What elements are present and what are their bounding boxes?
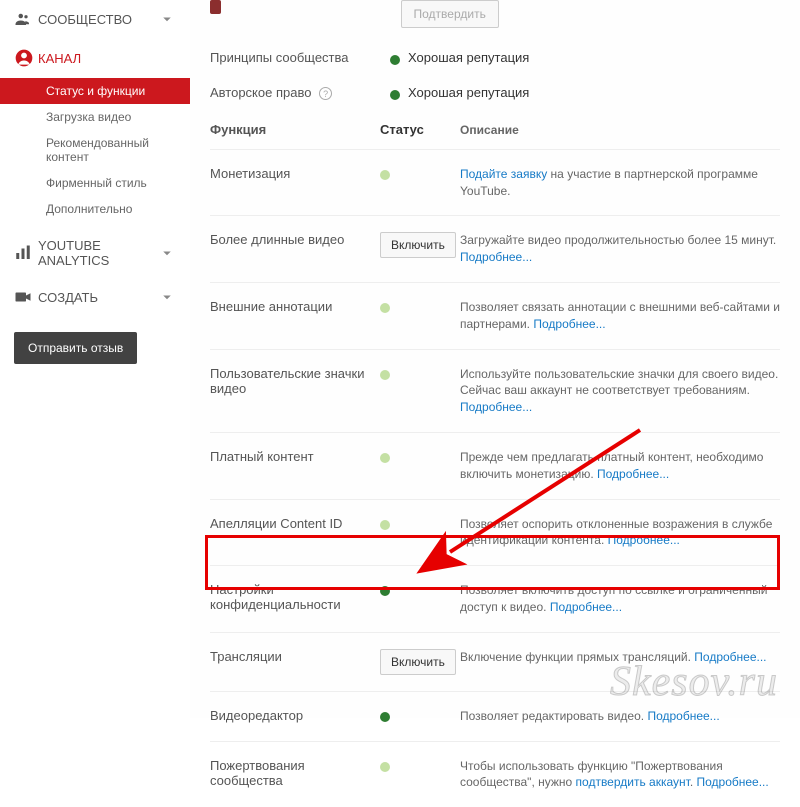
sidebar-sub-branding[interactable]: Фирменный стиль — [0, 170, 190, 196]
learn-more-link[interactable]: Подробнее... — [550, 600, 622, 614]
feature-status — [380, 449, 460, 463]
feature-status — [380, 582, 460, 596]
learn-more-link[interactable]: Подайте заявку — [460, 167, 547, 181]
chevron-down-icon — [158, 244, 176, 262]
feature-row: ТрансляцииВключитьВключение функции прям… — [210, 632, 780, 691]
sidebar-sub-status[interactable]: Статус и функции — [0, 78, 190, 104]
feature-name: Настройки конфиденциальности — [210, 582, 380, 612]
feature-row: Монетизация Подайте заявку на участие в п… — [210, 149, 780, 216]
status-dot-green — [390, 90, 400, 100]
help-icon[interactable]: ? — [319, 87, 332, 100]
status-dot — [380, 303, 390, 313]
feature-desc: Позволяет включить доступ по ссылке и ог… — [460, 582, 780, 616]
learn-more-link[interactable]: Подробнее... — [597, 467, 669, 481]
sidebar-item-community[interactable]: СООБЩЕСТВО — [0, 0, 190, 38]
feature-name: Более длинные видео — [210, 232, 380, 247]
feature-status — [380, 708, 460, 722]
feature-row: Настройки конфиденциальности Позволяет вк… — [210, 565, 780, 632]
feature-name: Апелляции Content ID — [210, 516, 380, 531]
feature-status — [380, 366, 460, 380]
feature-status — [380, 758, 460, 772]
sidebar-community-label: СООБЩЕСТВО — [38, 12, 158, 27]
feature-status: Включить — [380, 649, 460, 675]
status-dot — [380, 712, 390, 722]
chevron-down-icon — [158, 10, 176, 28]
principles-value: Хорошая репутация — [408, 50, 529, 65]
feature-name: Монетизация — [210, 166, 380, 181]
feature-name: Пожертвования сообщества — [210, 758, 380, 788]
sidebar-item-create[interactable]: СОЗДАТЬ — [0, 278, 190, 316]
badge — [210, 0, 221, 14]
learn-more-link[interactable]: Подробнее... — [608, 533, 680, 547]
header-feature: Функция — [210, 122, 380, 139]
feature-status: Включить — [380, 232, 460, 258]
sidebar-item-channel[interactable]: КАНАЛ — [0, 38, 190, 78]
confirm-button[interactable]: Подтвердить — [401, 0, 499, 28]
learn-more-link[interactable]: Подробнее... — [460, 250, 532, 264]
learn-more-link[interactable]: Подробнее... — [694, 650, 766, 664]
status-dot — [380, 586, 390, 596]
enable-button[interactable]: Включить — [380, 232, 456, 258]
feature-desc: Чтобы использовать функцию "Пожертвовани… — [460, 758, 780, 792]
feature-row: Апелляции Content ID Позволяет оспорить о… — [210, 499, 780, 566]
feature-desc: Подайте заявку на участие в партнерской … — [460, 166, 780, 200]
feature-name: Трансляции — [210, 649, 380, 664]
community-principles-row: Принципы сообщества Хорошая репутация — [210, 44, 780, 79]
learn-more-link[interactable]: Подробнее... — [460, 400, 532, 414]
feature-desc: Используйте пользовательские значки для … — [460, 366, 780, 416]
feature-desc: Прежде чем предлагать платный контент, н… — [460, 449, 780, 483]
feature-row: Пожертвования сообщества Чтобы использова… — [210, 741, 780, 807]
feature-desc: Позволяет редактировать видео. Подробнее… — [460, 708, 780, 725]
feature-status — [380, 166, 460, 180]
analytics-icon — [14, 244, 38, 262]
copyright-row: Авторское право ? Хорошая репутация — [210, 79, 780, 114]
status-dot — [380, 762, 390, 772]
feature-row: Более длинные видеоВключитьЗагружайте ви… — [210, 215, 780, 282]
feature-desc: Позволяет оспорить отклоненные возражени… — [460, 516, 780, 550]
learn-more-link[interactable]: подтвердить аккаунт — [576, 775, 690, 789]
header-desc: Описание — [460, 122, 780, 139]
create-icon — [14, 288, 38, 306]
sidebar-analytics-label: YOUTUBE ANALYTICS — [38, 238, 158, 268]
sidebar-sub-upload[interactable]: Загрузка видео — [0, 104, 190, 130]
learn-more-link[interactable]: Подробнее... — [696, 775, 768, 789]
copyright-label: Авторское право ? — [210, 85, 380, 100]
table-header: Функция Статус Описание — [210, 114, 780, 149]
sidebar-item-analytics[interactable]: YOUTUBE ANALYTICS — [0, 228, 190, 278]
status-dot — [380, 170, 390, 180]
status-dot — [380, 453, 390, 463]
feature-row: Видеоредактор Позволяет редактировать вид… — [210, 691, 780, 741]
chevron-down-icon — [158, 288, 176, 306]
channel-icon — [14, 48, 38, 68]
sidebar-channel-label: КАНАЛ — [38, 51, 176, 66]
status-dot — [380, 370, 390, 380]
learn-more-link[interactable]: Подробнее... — [533, 317, 605, 331]
feature-name: Платный контент — [210, 449, 380, 464]
sidebar-channel-submenu: Статус и функции Загрузка видео Рекоменд… — [0, 78, 190, 228]
sidebar-create-label: СОЗДАТЬ — [38, 290, 158, 305]
feature-name: Видеоредактор — [210, 708, 380, 723]
copyright-value: Хорошая репутация — [408, 85, 529, 100]
principles-label: Принципы сообщества — [210, 50, 380, 65]
feature-status — [380, 299, 460, 313]
feature-row: Пользовательские значки видео Используйте… — [210, 349, 780, 432]
status-dot — [380, 520, 390, 530]
sidebar-sub-advanced[interactable]: Дополнительно — [0, 196, 190, 222]
feature-name: Пользовательские значки видео — [210, 366, 380, 396]
feedback-button[interactable]: Отправить отзыв — [14, 332, 137, 364]
feature-desc: Загружайте видео продолжительностью боле… — [460, 232, 780, 266]
sidebar-sub-recommended[interactable]: Рекомендованный контент — [0, 130, 190, 170]
enable-button[interactable]: Включить — [380, 649, 456, 675]
feature-row: Платный контент Прежде чем предлагать пла… — [210, 432, 780, 499]
feature-row: Внешние аннотации Позволяет связать аннот… — [210, 282, 780, 349]
header-status: Статус — [380, 122, 460, 139]
learn-more-link[interactable]: Подробнее... — [647, 709, 719, 723]
feature-name: Внешние аннотации — [210, 299, 380, 314]
feature-desc: Позволяет связать аннотации с внешними в… — [460, 299, 780, 333]
status-dot-green — [390, 55, 400, 65]
feature-desc: Включение функции прямых трансляций. Под… — [460, 649, 780, 666]
community-icon — [14, 10, 38, 28]
feature-status — [380, 516, 460, 530]
